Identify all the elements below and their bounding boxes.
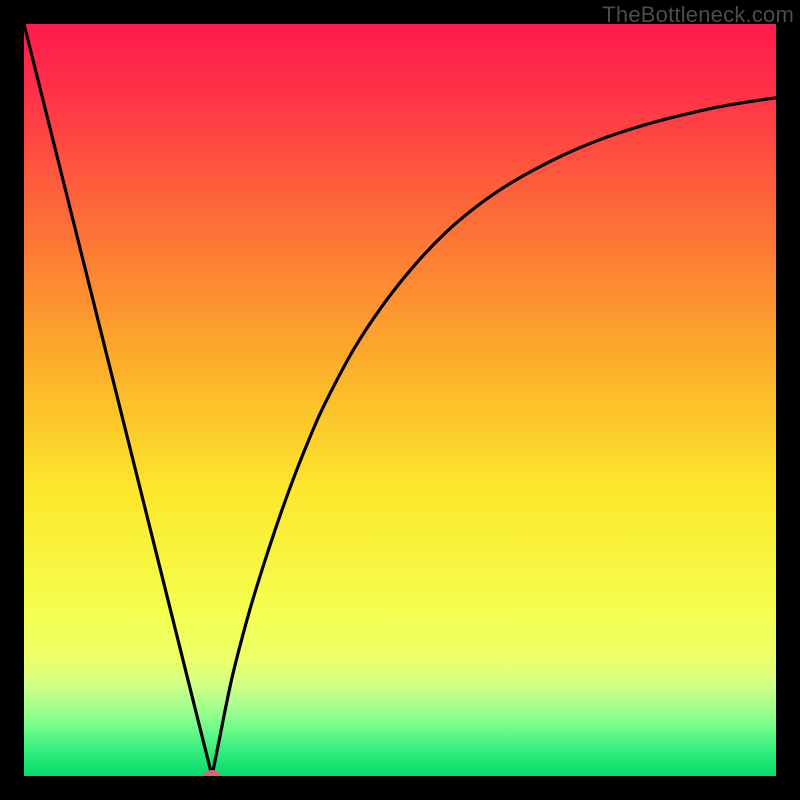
bottleneck-chart — [24, 24, 776, 776]
chart-frame — [24, 24, 776, 776]
chart-background — [24, 24, 776, 776]
watermark-text: TheBottleneck.com — [602, 2, 794, 28]
